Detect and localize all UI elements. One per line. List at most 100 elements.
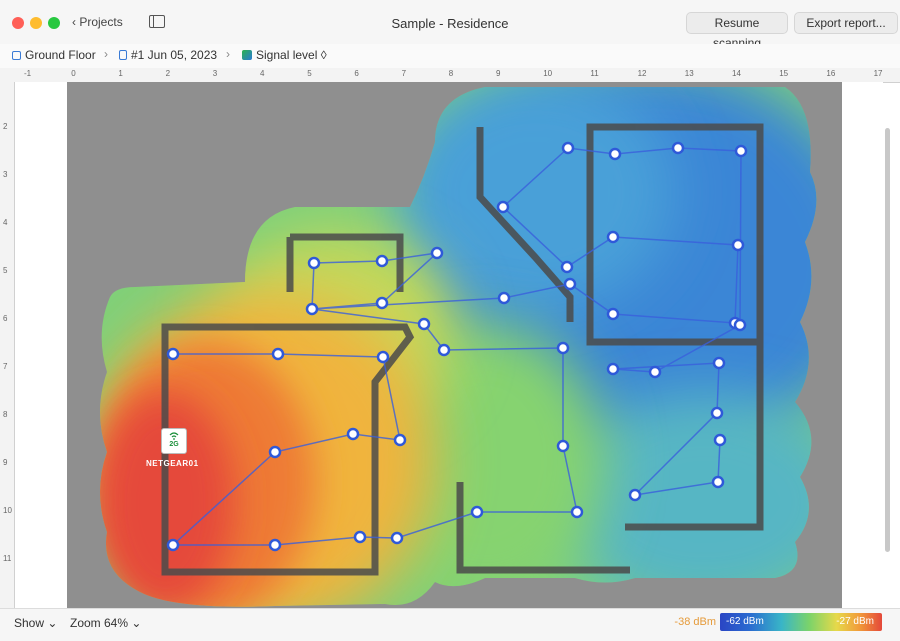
measurement-point[interactable] — [628, 488, 642, 502]
ruler-tick-label: 9 — [3, 458, 8, 467]
measurement-point[interactable] — [712, 356, 726, 370]
measurement-point[interactable] — [734, 144, 748, 158]
measurement-point[interactable] — [268, 538, 282, 552]
measurement-point[interactable] — [563, 277, 577, 291]
ruler-tick-label: 4 — [260, 69, 265, 78]
measurement-point[interactable] — [307, 256, 321, 270]
show-menu-button[interactable]: Show ⌄ — [14, 616, 57, 630]
chevron-down-icon: ⌄ — [47, 616, 58, 630]
measurement-point[interactable] — [711, 475, 725, 489]
ruler-tick-label: 15 — [779, 69, 789, 78]
ruler-tick-label: 14 — [732, 69, 741, 78]
horizontal-ruler: -1 0 1 2 3 4 5 6 7 8 9 10 11 12 13 14 15 16 17 — [0, 68, 900, 83]
ruler-tick-label: 16 — [826, 69, 836, 78]
measurement-point[interactable] — [470, 505, 484, 519]
breadcrumb: Ground Floor › #1 Jun 05, 2023 › Signal … — [0, 44, 900, 106]
measurement-point[interactable] — [376, 350, 390, 364]
measurement-point[interactable] — [271, 347, 285, 361]
measurement-point[interactable] — [606, 307, 620, 321]
measurement-point[interactable] — [606, 362, 620, 376]
zoom-menu-button[interactable]: Zoom 64% ⌄ — [70, 616, 141, 630]
resume-scanning-button[interactable]: Resume scanning — [686, 12, 788, 50]
floor-plan-icon — [12, 51, 21, 60]
measurement-point[interactable] — [430, 246, 444, 260]
ruler-tick-label: 4 — [3, 218, 8, 227]
measurement-point[interactable] — [671, 141, 685, 155]
scan-icon — [119, 50, 127, 60]
measurement-point[interactable] — [497, 291, 511, 305]
measurement-point[interactable] — [393, 433, 407, 447]
measurement-point[interactable] — [346, 427, 360, 441]
measurement-point[interactable] — [560, 260, 574, 274]
chevron-right-icon: › — [226, 47, 230, 61]
measurement-point[interactable] — [417, 317, 431, 331]
measurement-point[interactable] — [606, 230, 620, 244]
measurement-point[interactable] — [556, 439, 570, 453]
ruler-tick-label: 17 — [873, 69, 883, 78]
ruler-tick-label: 8 — [448, 69, 454, 78]
ruler-tick-label: 2 — [3, 122, 8, 131]
ruler-tick-label: 5 — [307, 69, 312, 78]
router-marker[interactable]: 2G — [161, 428, 187, 454]
measurement-point[interactable] — [305, 302, 319, 316]
ruler-tick-label: 3 — [212, 69, 218, 78]
ruler-tick-label: 9 — [496, 69, 501, 78]
measurement-point[interactable] — [648, 365, 662, 379]
router-name: NETGEAR01 — [146, 459, 199, 468]
vertical-scrollbar[interactable] — [885, 128, 890, 552]
ruler-tick-label: 3 — [3, 170, 8, 179]
measurement-point[interactable] — [710, 406, 724, 420]
ruler-tick-label: 6 — [3, 314, 8, 323]
ruler-tick-label: -1 — [24, 69, 32, 78]
signal-level-icon — [242, 50, 252, 60]
measurement-point[interactable] — [437, 343, 451, 357]
ruler-tick-label: 10 — [543, 69, 553, 78]
ruler-tick-label: 7 — [3, 362, 8, 371]
measurement-point[interactable] — [268, 445, 282, 459]
breadcrumb-floor[interactable]: Ground Floor — [12, 48, 96, 62]
measurement-point[interactable] — [733, 318, 747, 332]
vertical-ruler: 2 3 4 5 6 7 8 9 10 11 — [0, 82, 15, 608]
breadcrumb-view-select[interactable]: Signal level ◊ — [242, 48, 327, 62]
measurement-point[interactable] — [561, 141, 575, 155]
ruler-tick-label: 11 — [3, 554, 12, 563]
ruler-tick-label: 1 — [118, 69, 123, 78]
export-report-button[interactable]: Export report... — [794, 12, 898, 34]
ruler-tick-label: 0 — [71, 69, 76, 78]
measurement-point[interactable] — [390, 531, 404, 545]
chevron-right-icon: › — [104, 47, 108, 61]
title-bar: ‹ Projects Sample - Residence Resume sca… — [0, 0, 900, 50]
measurement-point[interactable] — [713, 433, 727, 447]
measurement-point[interactable] — [166, 538, 180, 552]
breadcrumb-scan[interactable]: #1 Jun 05, 2023 — [119, 48, 217, 62]
wifi-icon — [169, 432, 179, 440]
ruler-tick-label: 12 — [637, 69, 647, 78]
signal-legend: -62 dBm -27 dBm — [720, 613, 882, 631]
bottom-bar: Show ⌄ Zoom 64% ⌄ -38 dBm -62 dBm -27 dB… — [0, 608, 900, 641]
measurement-point[interactable] — [375, 254, 389, 268]
heatmap-canvas[interactable]: 2G NETGEAR01 — [15, 82, 883, 608]
legend-mid-label: -62 dBm — [726, 616, 764, 627]
measurement-point[interactable] — [496, 200, 510, 214]
legend-max-label: -27 dBm — [836, 616, 874, 627]
signal-heatmap — [100, 87, 817, 607]
ruler-tick-label: 10 — [3, 506, 12, 515]
measurement-point[interactable] — [731, 238, 745, 252]
ruler-tick-label: 13 — [684, 69, 694, 78]
router-band: 2G — [169, 441, 179, 448]
measurement-point[interactable] — [353, 530, 367, 544]
updown-chevron-icon: ◊ — [320, 48, 327, 62]
chevron-down-icon: ⌄ — [131, 616, 142, 630]
measurement-point[interactable] — [166, 347, 180, 361]
ruler-tick-label: 11 — [590, 69, 599, 78]
ruler-tick-label: 7 — [401, 69, 407, 78]
legend-min-label: -38 dBm — [674, 616, 716, 628]
measurement-point[interactable] — [570, 505, 584, 519]
ruler-tick-label: 6 — [354, 69, 359, 78]
measurement-point[interactable] — [608, 147, 622, 161]
ruler-tick-label: 8 — [3, 410, 8, 419]
ruler-tick-label: 5 — [3, 266, 8, 275]
measurement-point[interactable] — [556, 341, 570, 355]
ruler-tick-label: 2 — [165, 69, 171, 78]
measurement-point[interactable] — [375, 296, 389, 310]
